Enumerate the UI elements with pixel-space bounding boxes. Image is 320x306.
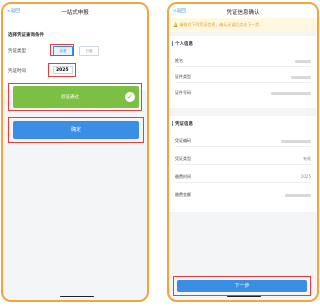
personal-row-label: 证件类型 [175,74,191,79]
personal-row-value [291,74,311,79]
cert-row-pay-amount: 缴费金额 [175,188,311,200]
cert-row-value: 有效 [303,156,311,161]
confirm-notice-bar: 🔔 请核对下列凭证信息，确认无误后点击下一步。 [169,18,317,32]
cert-row-label: 缴费金额 [175,192,191,197]
cert-info-card: 凭证信息 凭证编码 凭证类型 有效 缴费时间 2025 缴费金额 [169,116,317,212]
personal-row-name: 姓名 [175,54,311,67]
cert-row-label: 凭证类型 [175,156,191,161]
cert-row-code: 凭证编码 [175,134,311,147]
query-form-card: 选择凭证查询条件 凭证类型 实收 已缴 凭证时间 2025 [3,18,147,90]
right-page-title: 凭证信息确认 [226,9,260,16]
cert-type-label: 凭证类型 [8,49,26,54]
next-step-highlight-box [173,276,311,296]
personal-row-label: 证件号码 [175,90,191,95]
personal-section-title: 个人信息 [169,36,317,47]
left-navbar: <返回 一站式申报 [3,4,147,18]
cert-row-type: 凭证类型 有效 [175,152,311,165]
personal-row-id-number: 证件号码 [175,86,311,98]
cert-row-value [285,192,311,197]
personal-row-id-type: 证件类型 [175,70,311,83]
query-section-title: 选择凭证查询条件 [8,33,44,38]
cert-type-highlight-box [50,44,74,56]
right-home-indicator [227,295,261,297]
notice-text: 请核对下列凭证信息，确认无误后点击下一步。 [179,22,264,27]
cert-row-label: 凭证编码 [175,138,191,143]
personal-row-label: 姓名 [175,58,183,63]
left-home-indicator [60,295,94,297]
cert-type-option-2[interactable]: 已缴 [79,46,99,56]
notice-bell-icon: 🔔 [173,22,178,27]
personal-info-card: 个人信息 姓名 证件类型 证件号码 [169,36,317,108]
confirm-highlight-box [8,117,144,143]
cert-row-label: 缴费时间 [175,174,191,179]
verify-highlight-box [8,83,142,111]
cert-row-pay-time: 缴费时间 2025 [175,170,311,183]
cert-section-title: 凭证信息 [169,116,317,127]
personal-row-value [295,58,311,63]
left-page-title: 一站式申报 [61,9,89,16]
left-phone-screen: <返回 一站式申报 选择凭证查询条件 凭证类型 实收 已缴 凭证时间 2025 … [1,2,149,302]
right-navbar: <返回 凭证信息确认 [169,4,317,18]
personal-row-value [271,90,311,95]
cert-time-label: 凭证时间 [8,69,26,74]
cert-time-highlight-box [48,63,76,77]
right-phone-screen: <返回 凭证信息确认 🔔 请核对下列凭证信息，确认无误后点击下一步。 个人信息 … [167,2,319,302]
cert-row-value [281,138,311,143]
cert-row-value: 2025 [300,174,311,179]
